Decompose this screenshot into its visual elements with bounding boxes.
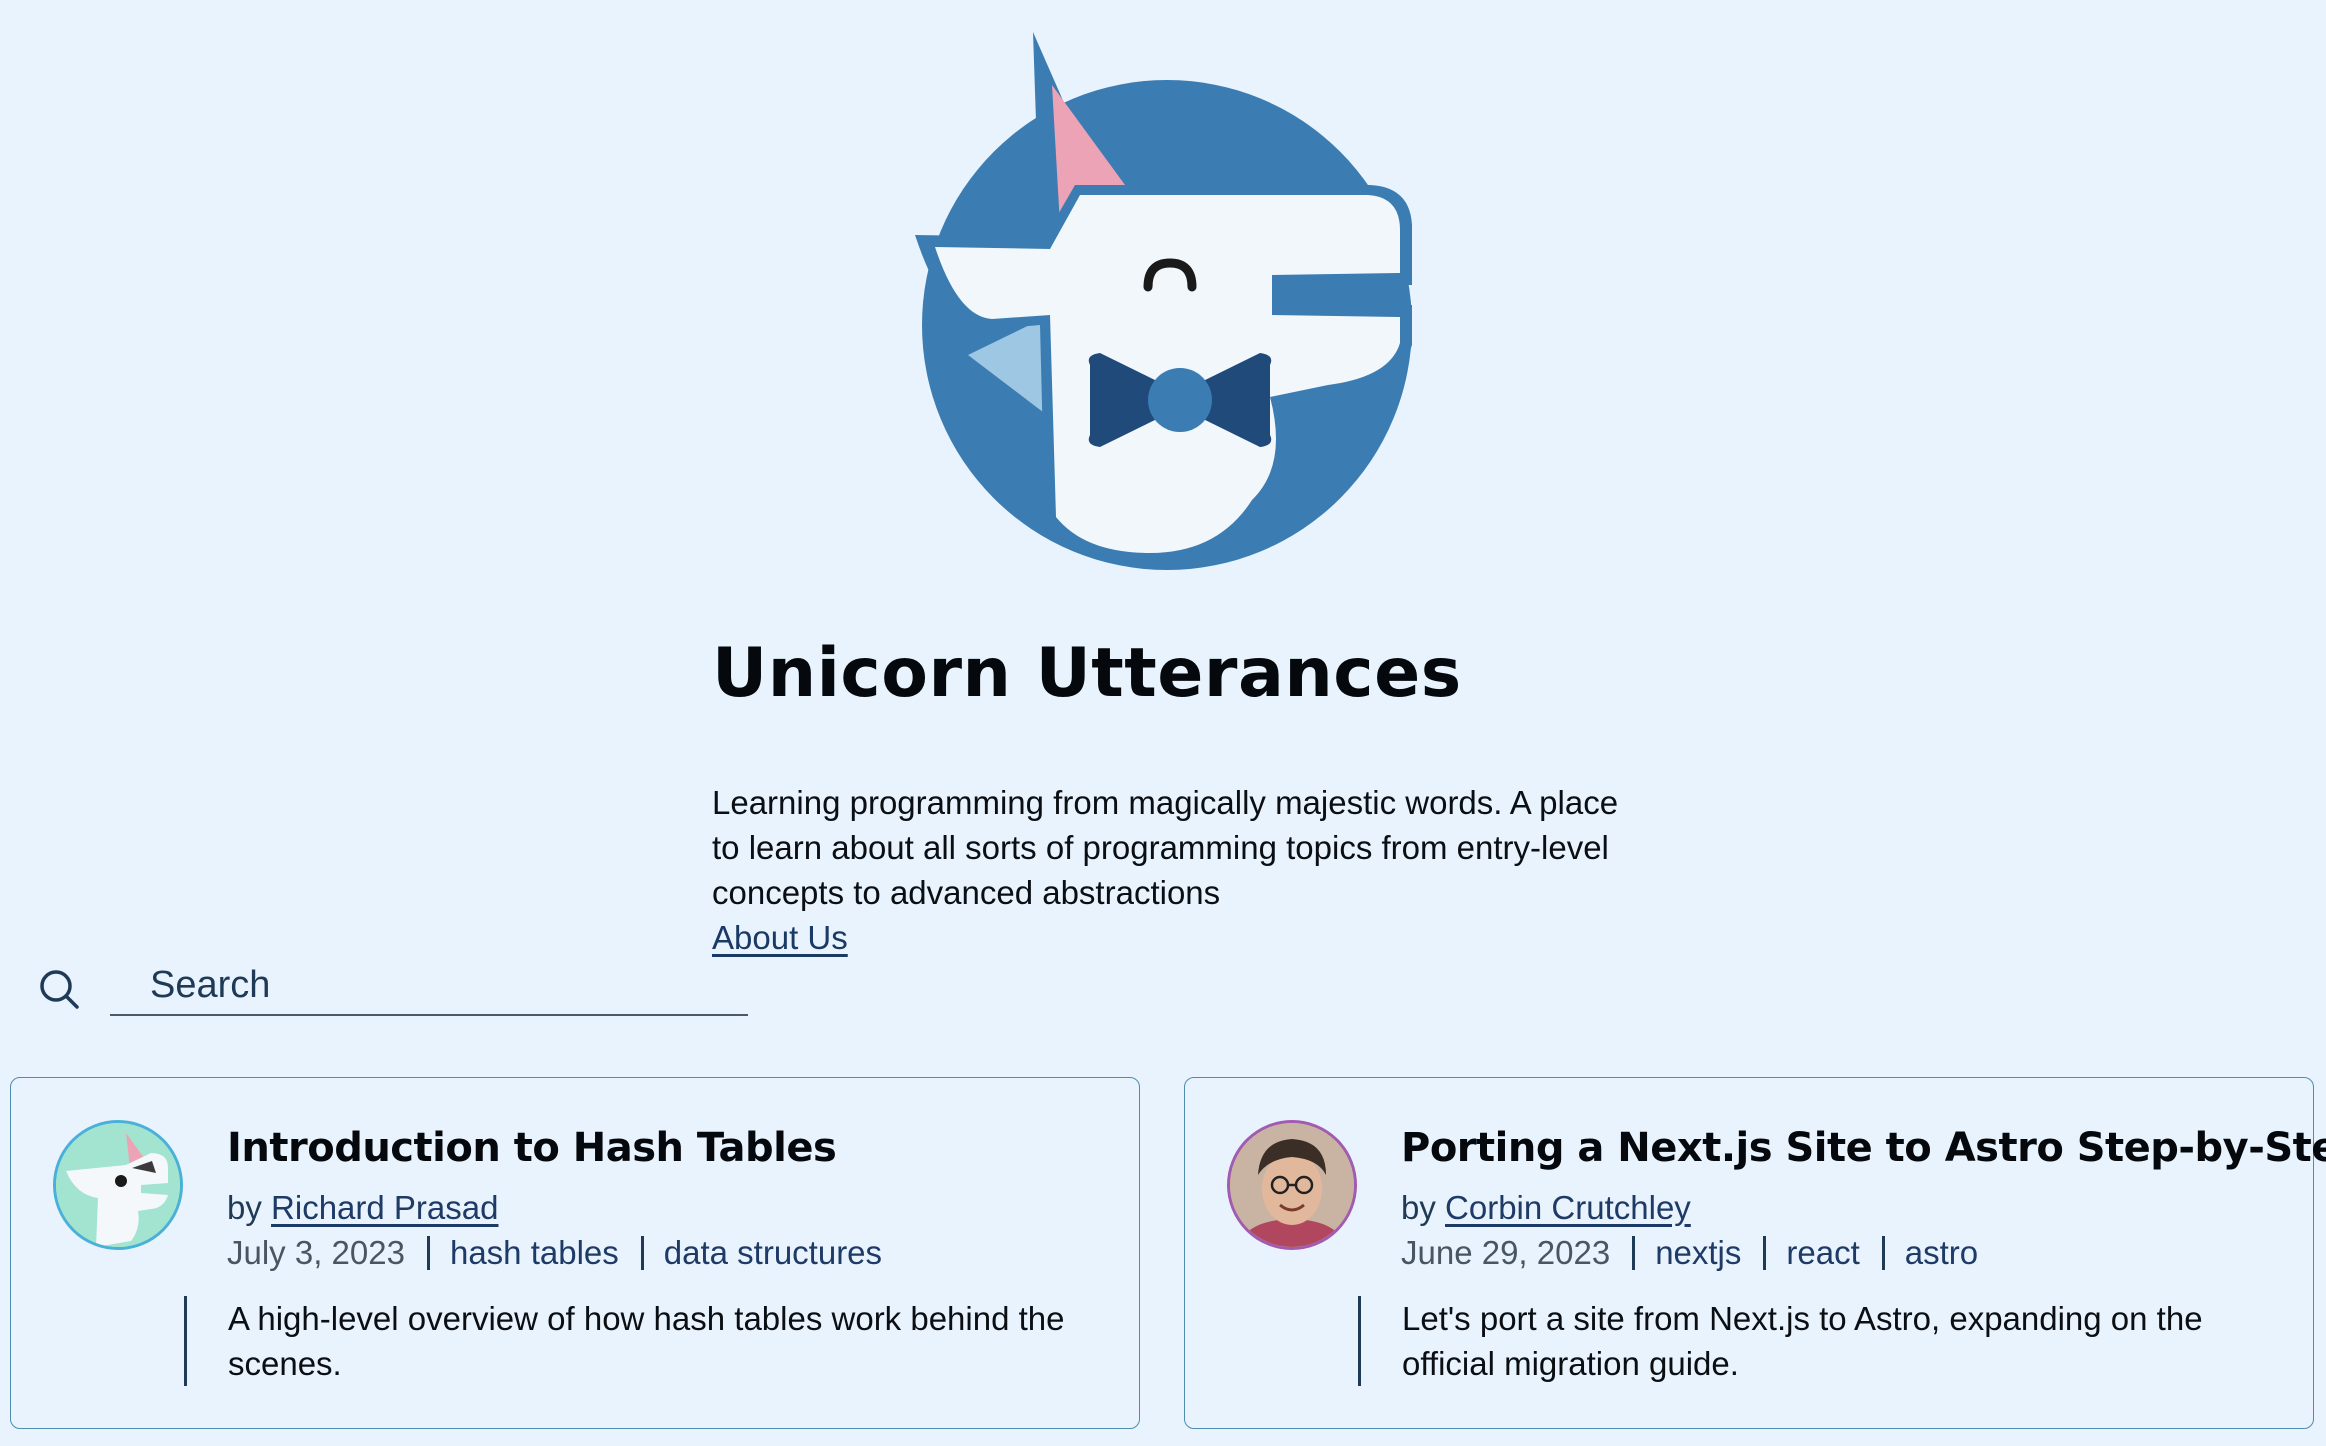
post-tag[interactable]: astro xyxy=(1905,1231,1978,1275)
post-byline: by Corbin Crutchley xyxy=(1401,1186,1691,1230)
author-link[interactable]: Richard Prasad xyxy=(271,1189,498,1226)
hero-section: Unicorn Utterances Learning programming … xyxy=(712,630,1642,960)
post-list: Introduction to Hash Tables by Richard P… xyxy=(10,1077,2326,1432)
unicorn-logo-icon xyxy=(915,32,1412,570)
site-logo xyxy=(900,25,1420,580)
author-avatar[interactable] xyxy=(53,1120,183,1250)
author-link[interactable]: Corbin Crutchley xyxy=(1445,1189,1691,1226)
meta-divider xyxy=(1881,1236,1885,1270)
post-date: June 29, 2023 xyxy=(1401,1234,1611,1271)
post-date: July 3, 2023 xyxy=(227,1234,405,1271)
person-avatar-icon xyxy=(1230,1123,1354,1247)
post-title[interactable]: Porting a Next.js Site to Astro Step-by-… xyxy=(1401,1120,2326,1176)
post-meta: July 3, 2023 hash tables data structures xyxy=(227,1231,882,1275)
about-us-link[interactable]: About Us xyxy=(712,915,848,960)
post-description: A high-level overview of how hash tables… xyxy=(184,1296,1084,1386)
meta-divider xyxy=(1763,1236,1767,1270)
post-title[interactable]: Introduction to Hash Tables xyxy=(227,1120,837,1176)
meta-divider xyxy=(640,1236,644,1270)
post-byline: by Richard Prasad xyxy=(227,1186,498,1230)
search-bar xyxy=(38,960,750,1018)
post-tag[interactable]: nextjs xyxy=(1655,1231,1741,1275)
meta-divider xyxy=(1632,1236,1636,1270)
site-title: Unicorn Utterances xyxy=(712,634,1462,713)
post-card[interactable]: Porting a Next.js Site to Astro Step-by-… xyxy=(1184,1077,2326,1429)
post-tag[interactable]: data structures xyxy=(664,1231,882,1275)
site-tagline: Learning programming from magically maje… xyxy=(712,784,1619,911)
byline-prefix: by xyxy=(1401,1189,1436,1226)
search-input[interactable] xyxy=(110,960,748,1016)
post-tag[interactable]: react xyxy=(1786,1231,1859,1275)
post-description: Let's port a site from Next.js to Astro,… xyxy=(1358,1296,2258,1386)
post-tag[interactable]: hash tables xyxy=(450,1231,619,1275)
post-card[interactable]: Introduction to Hash Tables by Richard P… xyxy=(10,1077,1140,1429)
post-meta: June 29, 2023 nextjs react astro xyxy=(1401,1231,1978,1275)
search-icon[interactable] xyxy=(38,968,82,1012)
meta-divider xyxy=(426,1236,430,1270)
author-avatar[interactable] xyxy=(1227,1120,1357,1250)
unicorn-avatar-icon xyxy=(56,1123,180,1247)
byline-prefix: by xyxy=(227,1189,262,1226)
